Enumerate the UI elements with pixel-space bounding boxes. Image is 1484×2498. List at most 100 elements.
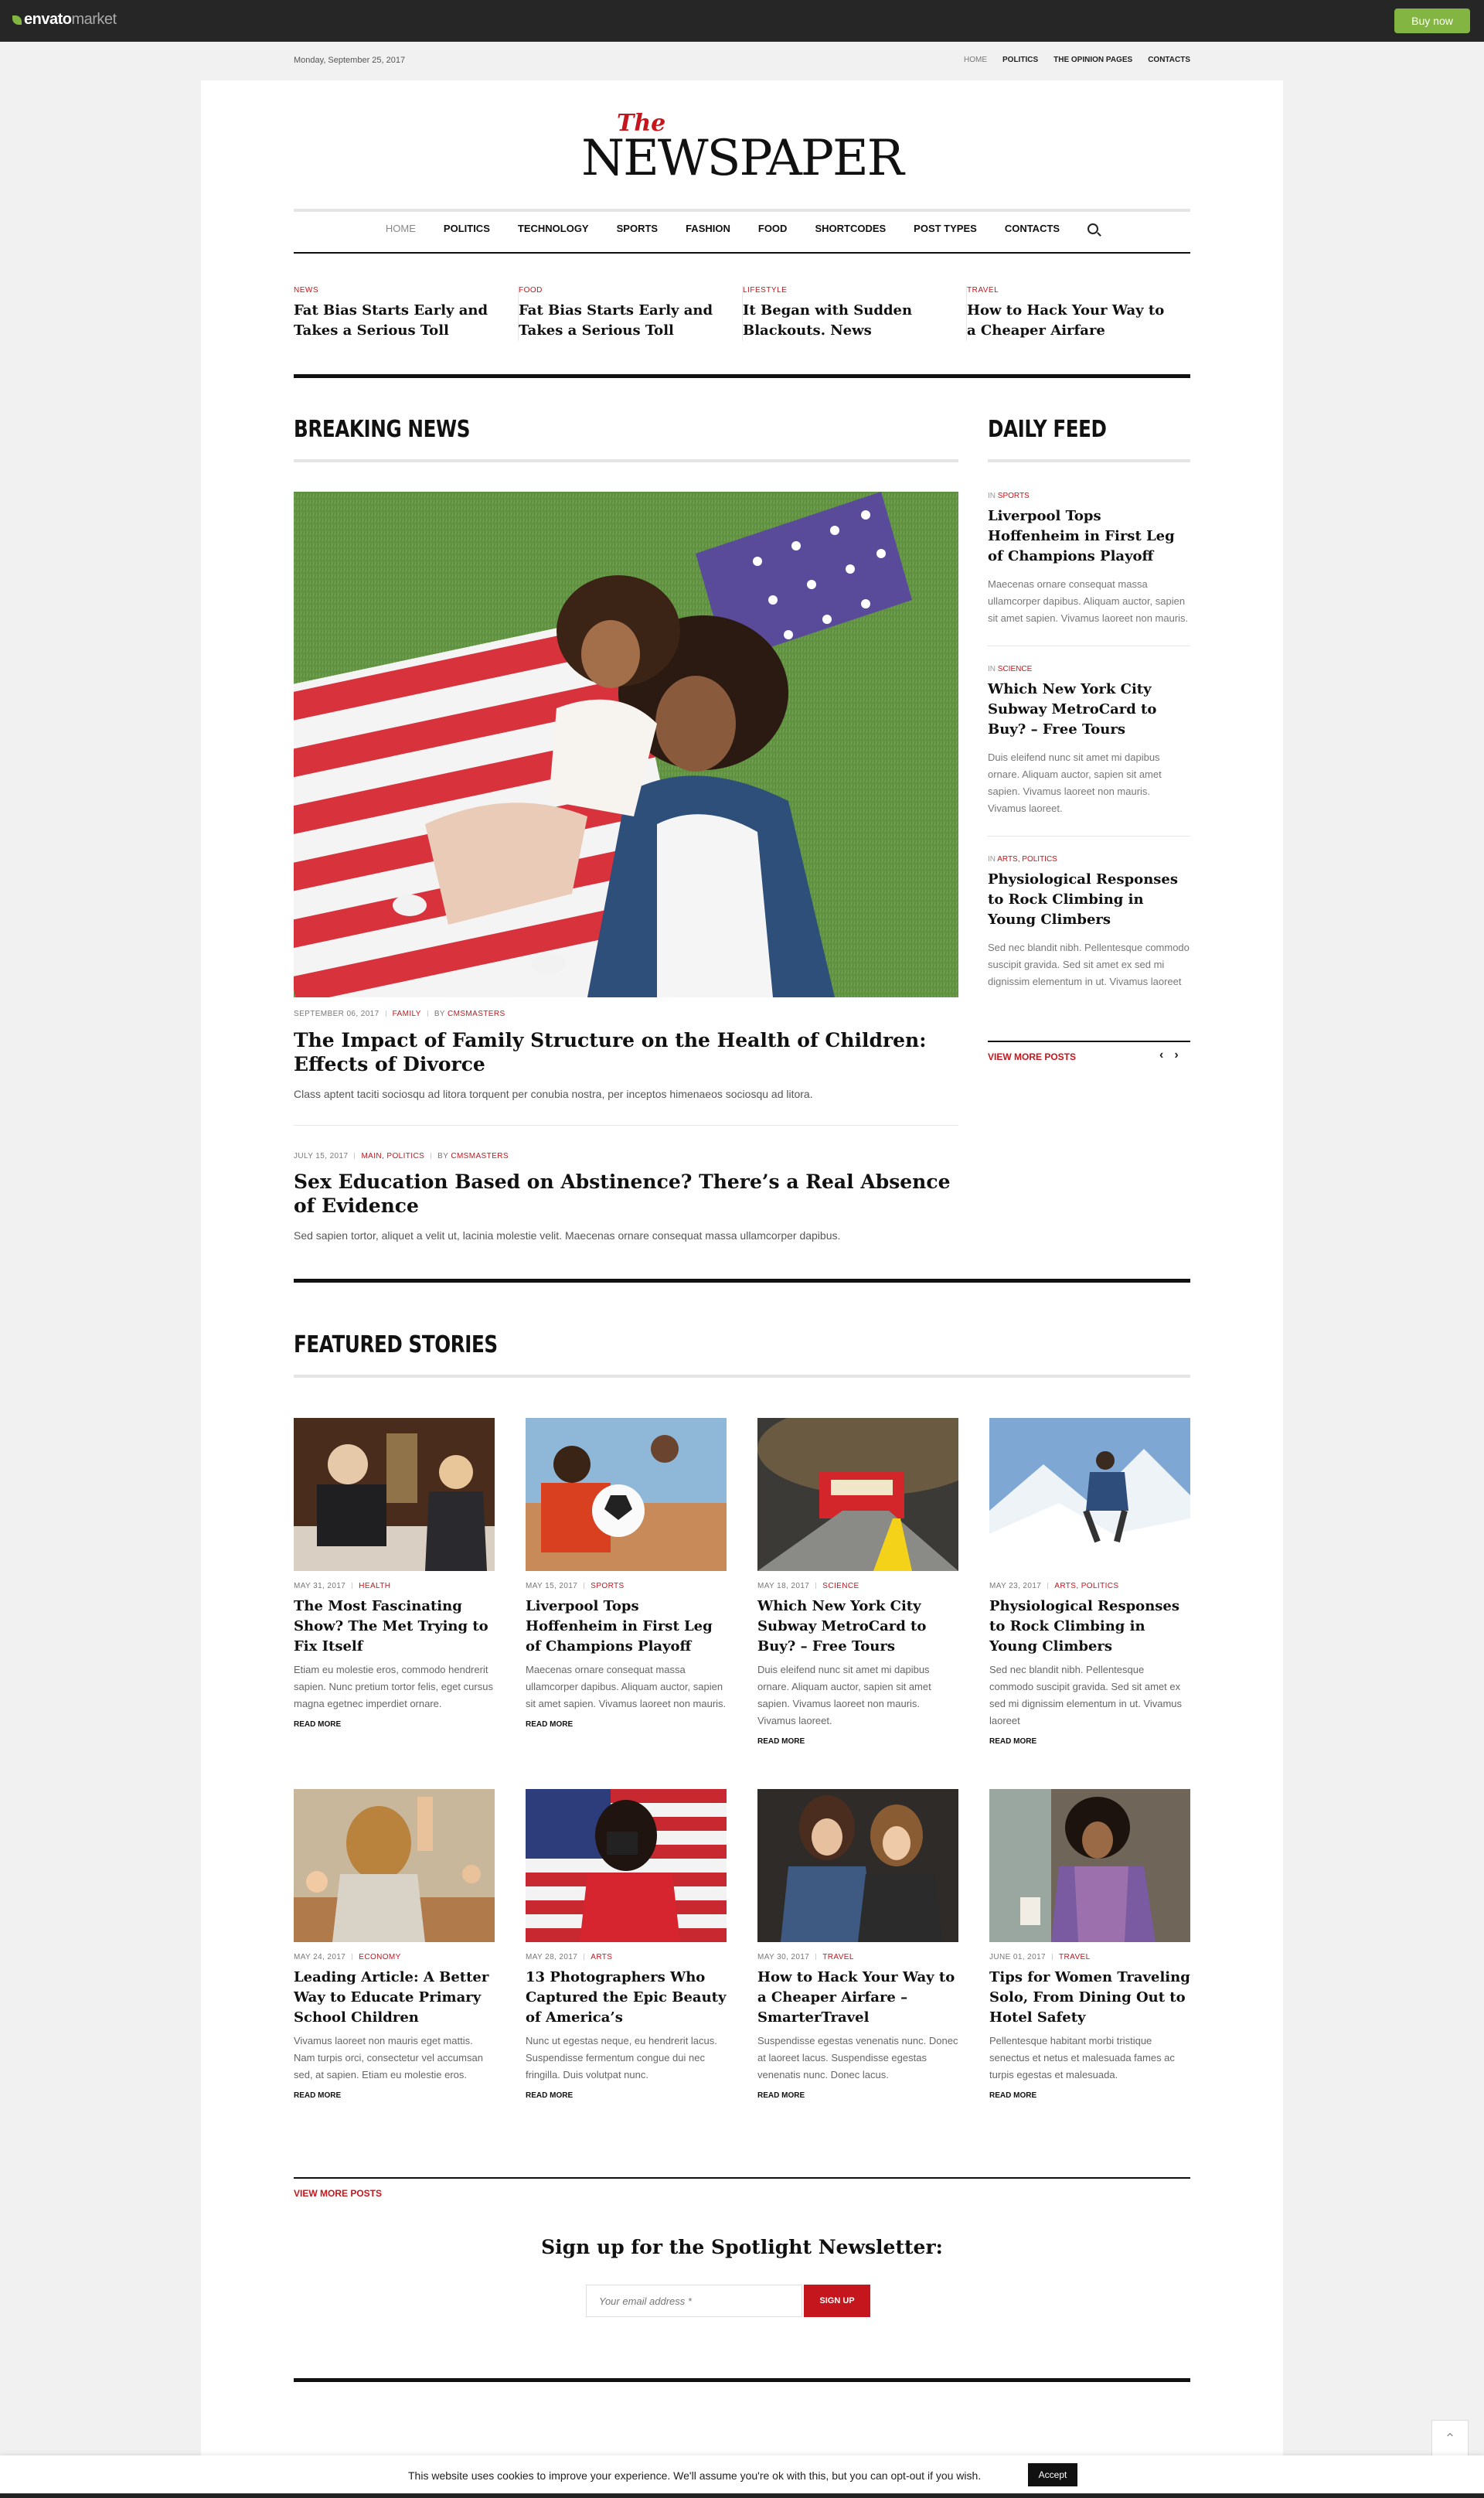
post-category[interactable]: SCIENCE [822, 1582, 859, 1590]
story-title[interactable]: Which New York City Subway MetroCard to … [757, 1597, 958, 1657]
post-category[interactable]: MAIN, POLITICS [361, 1152, 424, 1160]
feed-excerpt: Maecenas ornare consequat massa ullamcor… [988, 578, 1189, 624]
feed-category[interactable]: SPORTS [998, 492, 1030, 500]
story-title[interactable]: The Most Fascinating Show? The Met Tryin… [294, 1597, 495, 1657]
post-author[interactable]: CMSMASTERS [451, 1152, 509, 1160]
article-title[interactable]: Sex Education Based on Abstinence? There… [294, 1170, 958, 1218]
story-thumbnail[interactable] [526, 1789, 727, 1942]
feed-title[interactable]: Physiological Responses to Rock Climbing… [988, 870, 1190, 930]
post-author[interactable]: CMSMASTERS [448, 1010, 505, 1018]
nav-divider-bottom [294, 252, 1190, 254]
section-divider [294, 2177, 1190, 2179]
ticker-category[interactable]: FOOD [519, 286, 719, 295]
nav-politics[interactable]: POLITICS [444, 223, 490, 234]
back-to-top-button[interactable]: ⌃ [1431, 2420, 1469, 2457]
post-date: SEPTEMBER 06, 2017 [294, 1010, 380, 1018]
read-more-link[interactable]: READ MORE [989, 2091, 1190, 2100]
post-category[interactable]: TRAVEL [1059, 1953, 1091, 1961]
ticker-title[interactable]: Fat Bias Starts Early and Takes a Seriou… [294, 301, 495, 341]
search-icon[interactable] [1087, 223, 1099, 234]
ticker-item[interactable]: FOOD Fat Bias Starts Early and Takes a S… [518, 286, 742, 341]
cookie-accept-button[interactable]: Accept [1028, 2463, 1077, 2486]
story-title[interactable]: 13 Photographers Who Captured the Epic B… [526, 1968, 727, 2028]
topnav-home[interactable]: HOME [964, 56, 987, 64]
ticker-item[interactable]: TRAVEL How to Hack Your Way to a Cheaper… [966, 286, 1190, 341]
read-more-link[interactable]: READ MORE [526, 2091, 727, 2100]
feed-pager: ‹ › [1159, 1048, 1179, 1062]
read-more-link[interactable]: READ MORE [294, 2091, 495, 2100]
ticker-title[interactable]: Fat Bias Starts Early and Takes a Seriou… [519, 301, 719, 341]
story-title[interactable]: How to Hack Your Way to a Cheaper Airfar… [757, 1968, 958, 2028]
read-more-link[interactable]: READ MORE [989, 1737, 1190, 1746]
buy-now-button[interactable]: Buy now [1394, 9, 1470, 33]
featured-row: MAY 31, 2017 HEALTH The Most Fascinating … [294, 1418, 1190, 1746]
post-category[interactable]: TRAVEL [822, 1953, 854, 1961]
post-category[interactable]: HEALTH [359, 1582, 390, 1590]
topnav-opinion[interactable]: THE OPINION PAGES [1053, 56, 1132, 64]
topnav-politics[interactable]: POLITICS [1002, 56, 1038, 64]
ticker-category[interactable]: TRAVEL [967, 286, 1167, 295]
nav-shortcodes[interactable]: SHORTCODES [815, 223, 886, 234]
read-more-link[interactable]: READ MORE [294, 1720, 495, 1729]
story-thumbnail[interactable] [757, 1789, 958, 1942]
story-thumbnail[interactable] [989, 1789, 1190, 1942]
story-card: MAY 18, 2017 SCIENCE Which New York City … [757, 1418, 958, 1746]
nav-sports[interactable]: SPORTS [617, 223, 658, 234]
nav-food[interactable]: FOOD [758, 223, 788, 234]
feed-title[interactable]: Liverpool Tops Hoffenheim in First Leg o… [988, 506, 1190, 567]
hero-title[interactable]: The Impact of Family Structure on the He… [294, 1028, 958, 1076]
story-thumbnail[interactable] [526, 1418, 727, 1571]
feed-category[interactable]: SCIENCE [998, 665, 1032, 673]
story-title[interactable]: Tips for Women Traveling Solo, From Dini… [989, 1968, 1190, 2028]
story-excerpt: Vivamus laoreet non mauris eget mattis. … [294, 2035, 483, 2081]
story-title[interactable]: Liverpool Tops Hoffenheim in First Leg o… [526, 1597, 727, 1657]
site-logo[interactable]: NEWSPAPER [556, 130, 928, 187]
topnav-contacts[interactable]: CONTACTS [1148, 56, 1190, 64]
nav-contacts[interactable]: CONTACTS [1005, 223, 1060, 234]
post-category[interactable]: ARTS, POLITICS [1054, 1582, 1118, 1590]
post-date: JUNE 01, 2017 [989, 1953, 1047, 1961]
read-more-link[interactable]: READ MORE [526, 1720, 727, 1729]
leaf-icon [12, 15, 22, 25]
story-title[interactable]: Leading Article: A Better Way to Educate… [294, 1968, 495, 2028]
chevron-left-icon[interactable]: ‹ [1159, 1048, 1163, 1062]
hero-meta: SEPTEMBER 06, 2017 FAMILY BY CMSMASTERS [294, 1010, 505, 1018]
story-thumbnail[interactable] [989, 1418, 1190, 1571]
newsletter-signup-button[interactable]: SIGN UP [804, 2285, 870, 2317]
feed-category[interactable]: ARTS, POLITICS [997, 855, 1057, 864]
ticker-item[interactable]: LIFESTYLE It Began with Sudden Blackouts… [742, 286, 966, 341]
feed-view-more-link[interactable]: VIEW MORE POSTS [988, 1051, 1076, 1062]
post-category[interactable]: FAMILY [393, 1010, 421, 1018]
envato-logo[interactable]: envatomarket [12, 11, 117, 29]
story-excerpt: Pellentesque habitant morbi tristique se… [989, 2035, 1175, 2081]
story-thumbnail[interactable] [294, 1789, 495, 1942]
post-date: MAY 24, 2017 [294, 1953, 346, 1961]
read-more-link[interactable]: READ MORE [757, 1737, 958, 1746]
bottom-edge [0, 2493, 1484, 2498]
nav-home[interactable]: HOME [386, 223, 416, 234]
ticker-item[interactable]: NEWS Fat Bias Starts Early and Takes a S… [294, 286, 518, 341]
newsletter-email-input[interactable] [586, 2285, 802, 2317]
nav-fashion[interactable]: FASHION [686, 223, 730, 234]
post-category[interactable]: SPORTS [591, 1582, 624, 1590]
ticker-category[interactable]: NEWS [294, 286, 495, 295]
hero-image[interactable] [294, 492, 958, 997]
feed-title[interactable]: Which New York City Subway MetroCard to … [988, 680, 1190, 740]
post-category[interactable]: ECONOMY [359, 1953, 400, 1961]
story-title[interactable]: Physiological Responses to Rock Climbing… [989, 1597, 1190, 1657]
story-thumbnail[interactable] [757, 1418, 958, 1571]
featured-view-more-link[interactable]: VIEW MORE POSTS [294, 2188, 382, 2199]
chevron-right-icon[interactable]: › [1174, 1048, 1178, 1062]
daily-feed-heading: DAILY FEED [988, 416, 1107, 443]
story-thumbnail[interactable] [294, 1418, 495, 1571]
featured-row: MAY 24, 2017 ECONOMY Leading Article: A B… [294, 1789, 1190, 2100]
post-category[interactable]: ARTS [591, 1953, 612, 1961]
read-more-link[interactable]: READ MORE [757, 2091, 958, 2100]
nav-technology[interactable]: TECHNOLOGY [518, 223, 589, 234]
section-divider [294, 1279, 1190, 1283]
ticker-title[interactable]: It Began with Sudden Blackouts. News [743, 301, 943, 341]
ticker-title[interactable]: How to Hack Your Way to a Cheaper Airfar… [967, 301, 1167, 341]
ticker-category[interactable]: LIFESTYLE [743, 286, 943, 295]
heading-underline [988, 459, 1190, 462]
nav-post-types[interactable]: POST TYPES [914, 223, 977, 234]
